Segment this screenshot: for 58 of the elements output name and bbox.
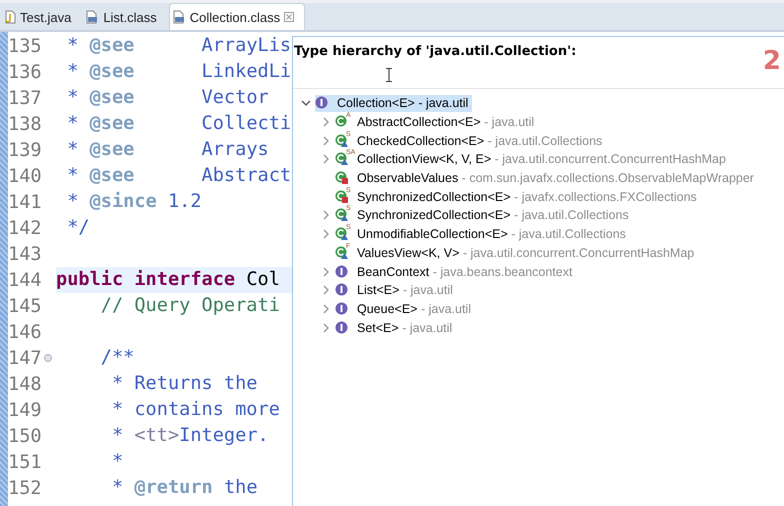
line-number: 150 xyxy=(8,426,43,446)
code-line: * Returns the xyxy=(110,372,258,396)
line-number: 140 xyxy=(8,166,43,186)
interface-icon xyxy=(315,96,328,110)
tree-item[interactable]: BeanContext - java.beans.beancontext xyxy=(335,263,576,280)
code-line: * @see Vector xyxy=(66,86,269,110)
close-icon[interactable] xyxy=(284,12,294,22)
tree-item[interactable]: ObservableValues - com.sun.javafx.collections.ObservableMapWrapper xyxy=(335,170,758,187)
editor-tab[interactable]: Test.java xyxy=(2,4,82,30)
code-line: * @since 1.2 xyxy=(66,190,202,214)
line-number: 148 xyxy=(8,374,43,394)
class-file-icon xyxy=(172,10,186,24)
code-line: * @see ArrayLis xyxy=(66,34,292,58)
annotation-number: 2 xyxy=(762,46,781,76)
line-number: 139 xyxy=(8,140,43,160)
interface-icon xyxy=(335,264,348,278)
line-number: 145 xyxy=(8,296,43,316)
text-cursor-icon xyxy=(386,68,392,82)
code-line: * @see LinkedLi xyxy=(66,60,292,84)
line-number: 141 xyxy=(8,192,43,212)
class-icon xyxy=(335,171,349,186)
code-line: * @return the xyxy=(110,476,258,500)
code-line: /** xyxy=(100,346,134,370)
line-number: 144 xyxy=(8,270,43,290)
tree-item[interactable]: Collection<E> - java.util xyxy=(315,94,472,112)
line-number: 137 xyxy=(8,88,43,108)
code-line: * contains more xyxy=(110,398,280,422)
line-number: 149 xyxy=(8,400,43,420)
line-number: 152 xyxy=(8,478,43,498)
line-number: 136 xyxy=(8,62,43,82)
line-number: 147 xyxy=(8,348,43,368)
class-file-icon xyxy=(85,10,100,24)
line-number: 142 xyxy=(8,218,43,238)
tree-item[interactable]: List<E> - java.util xyxy=(335,282,457,299)
code-line: * xyxy=(110,450,124,474)
line-number: 138 xyxy=(8,114,43,134)
fold-icon[interactable] xyxy=(44,354,52,362)
interface-icon xyxy=(335,302,348,315)
line-number: 151 xyxy=(8,452,43,472)
code-line: // Query Operati xyxy=(100,294,280,318)
code-line: * <tt>Integer. xyxy=(110,424,269,448)
code-line: public interface Col xyxy=(56,268,280,292)
interface-icon xyxy=(335,320,348,334)
interface-icon xyxy=(335,283,348,296)
popup-title: Type hierarchy of 'java.util.Collection': xyxy=(294,44,576,59)
line-number: 146 xyxy=(8,322,43,342)
editor-tab[interactable]: List.class xyxy=(83,4,167,30)
line-number: 135 xyxy=(8,36,43,56)
class-icon xyxy=(335,115,349,130)
java-file-icon xyxy=(4,10,16,24)
editor-tab[interactable]: Collection.class xyxy=(168,3,306,30)
code-line: * @see Arrays xyxy=(66,138,269,162)
line-number: 143 xyxy=(8,244,43,264)
code-line: * @see Abstract xyxy=(66,164,292,188)
tree-item[interactable]: Set<E> - java.util xyxy=(335,319,456,336)
code-line: * @see Collecti xyxy=(66,112,292,136)
tree-item[interactable]: Queue<E> - java.util xyxy=(335,300,475,318)
code-line: */ xyxy=(66,216,90,240)
